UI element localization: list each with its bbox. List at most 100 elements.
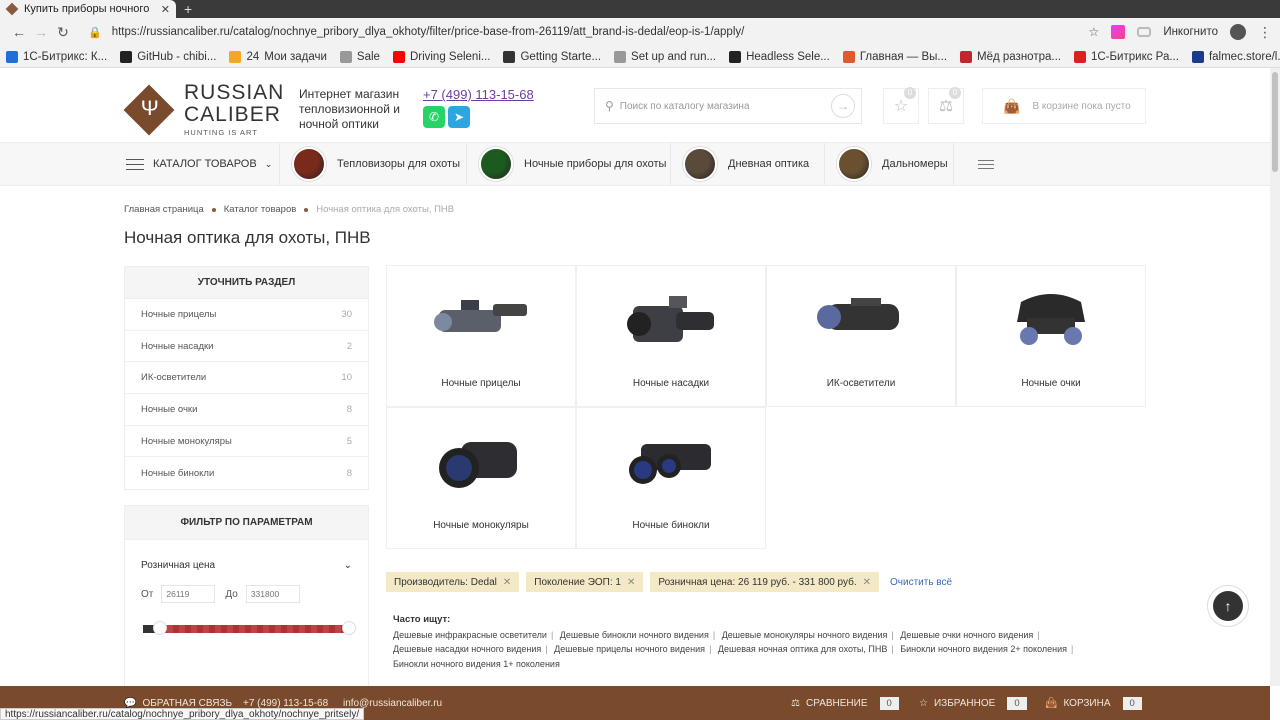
header-phone-link[interactable]: +7 (499) 113-15-68 — [423, 87, 534, 102]
clear-all-filters-link[interactable]: Очистить всё — [890, 577, 952, 588]
bookmark-item[interactable]: Мёд разнотра... — [960, 50, 1061, 63]
category-tile[interactable]: Ночные очки — [956, 265, 1146, 407]
cart-status-text: В корзине пока пусто — [1032, 100, 1131, 112]
popular-search-link[interactable]: Бинокли ночного видения 1+ поколения — [393, 659, 560, 669]
site-header: RUSSIAN CALIBER HUNTING IS ART Интернет … — [0, 68, 1270, 142]
bookmark-item[interactable]: Getting Starte... — [503, 50, 601, 63]
extension-icon[interactable] — [1111, 25, 1126, 39]
price-min-handle[interactable] — [153, 621, 167, 635]
nav-item-night[interactable]: Ночные приборы для охоты — [466, 143, 668, 185]
search-input[interactable] — [619, 100, 831, 112]
whatsapp-icon[interactable]: ✆ — [423, 106, 445, 128]
bookmark-item[interactable]: Sale — [339, 50, 380, 63]
page-scrollbar[interactable] — [1270, 68, 1280, 686]
browser-menu-icon[interactable]: ⋮ — [1258, 24, 1272, 41]
category-tile[interactable]: ИК-осветители — [766, 265, 956, 407]
bookmark-item[interactable]: 24 Мои задачи — [229, 50, 327, 63]
footer-compare[interactable]: ⚖ Сравнение 0 — [791, 696, 899, 710]
remove-filter-icon[interactable]: ✕ — [863, 577, 871, 588]
popular-search-link[interactable]: Бинокли ночного видения 2+ поколения — [900, 644, 1067, 654]
nav-more-button[interactable] — [953, 143, 1017, 185]
footer-email[interactable]: info@russiancaliber.ru — [343, 698, 442, 709]
search-submit-icon[interactable]: → — [831, 94, 855, 118]
filter-chip[interactable]: Розничная цена: 26 119 руб. - 331 800 ру… — [650, 572, 879, 592]
forward-icon[interactable]: → — [30, 24, 52, 40]
price-max-handle[interactable] — [342, 621, 356, 635]
back-icon[interactable]: ← — [8, 24, 30, 40]
bookmark-item[interactable]: GitHub - chibi... — [120, 50, 216, 63]
category-label: Ночные бинокли — [632, 520, 710, 531]
section-refine-panel: Уточнить раздел Ночные прицелы 30 Ночные н… — [124, 266, 369, 491]
popular-search-link[interactable]: Дешевые прицелы ночного видения — [554, 644, 705, 654]
header-cart[interactable]: 👜 В корзине пока пусто — [982, 88, 1146, 124]
popular-search-link[interactable]: Дешевые монокуляры ночного видения — [722, 630, 888, 640]
scroll-to-top-button[interactable]: ↑ — [1207, 585, 1249, 627]
bookmark-item[interactable]: Headless Sele... — [729, 50, 830, 63]
scales-icon: ⚖ — [938, 98, 954, 115]
lock-icon[interactable]: 🔒 — [88, 26, 102, 39]
footer-phone-text: +7 (499) 113-15-68 — [243, 697, 329, 709]
nav-item-rangefinders[interactable]: Дальномеры — [824, 143, 952, 185]
bookmark-item[interactable]: Driving Seleni... — [392, 50, 490, 63]
popular-searches: Часто ищут: Дешевые инфракрасные осветит… — [393, 613, 1133, 671]
breadcrumb-home[interactable]: Главная страница — [124, 204, 204, 215]
remove-filter-icon[interactable]: ✕ — [627, 577, 635, 588]
filter-chip[interactable]: Поколение ЭОП: 1 ✕ — [526, 572, 644, 592]
filter-panel: Фильтр по параметрам Розничная цена ⌄ От… — [124, 505, 369, 686]
tab-close-icon[interactable]: ✕ — [161, 3, 170, 16]
popular-search-link[interactable]: Дешевые очки ночного видения — [900, 630, 1033, 640]
footer-favorites[interactable]: ☆ Избранное 0 — [919, 696, 1027, 710]
chat-icon: 💬 — [124, 697, 137, 709]
filter-chip[interactable]: Производитель: Dedal ✕ — [386, 572, 520, 592]
catalog-menu-button[interactable]: Каталог товаров ⌄ — [126, 143, 272, 185]
popular-search-link[interactable]: Дешевые насадки ночного видения — [393, 644, 541, 654]
telegram-icon[interactable]: ➤ — [448, 106, 470, 128]
feedback-button[interactable]: 💬 Обратная связь — [124, 698, 232, 709]
compare-badge: 0 — [949, 87, 961, 99]
category-tile[interactable]: Ночные бинокли — [576, 407, 766, 549]
bookmark-favicon-icon — [503, 50, 516, 63]
footer-phone[interactable]: +7 (499) 113-15-68 — [243, 698, 328, 709]
browser-tab[interactable]: Купить приборы ночного ✕ — [0, 0, 176, 18]
sidebar-item[interactable]: ИК-осветители 10 — [125, 362, 368, 395]
nav-item-day-optics[interactable]: Дневная оптика — [670, 143, 816, 185]
sidebar-item[interactable]: Ночные насадки 2 — [125, 331, 368, 363]
bookmark-star-icon[interactable]: ☆ — [1089, 25, 1100, 39]
site-logo[interactable]: RUSSIAN CALIBER HUNTING IS ART — [123, 82, 284, 137]
sidebar-item[interactable]: Ночные прицелы 30 — [125, 299, 368, 331]
sidebar-item-count: 10 — [341, 372, 352, 384]
popular-search-link[interactable]: Дешевая ночная оптика для охоты, ПНВ — [718, 644, 887, 654]
reload-icon[interactable]: ↻ — [52, 24, 74, 41]
bookmark-item[interactable]: falmec.store/l... — [1191, 50, 1280, 63]
footer-cart[interactable]: 👜 Корзина 0 — [1045, 696, 1142, 710]
sidebar-item[interactable]: Ночные бинокли 8 — [125, 457, 368, 489]
category-tile[interactable]: Ночные прицелы — [386, 265, 576, 407]
address-bar[interactable]: 🔒 https://russiancaliber.ru/catalog/noch… — [88, 21, 1079, 43]
sidebar-item[interactable]: Ночные монокуляры 5 — [125, 426, 368, 458]
bookmark-item[interactable]: Set up and run... — [614, 50, 716, 63]
compare-button[interactable]: ⚖ 0 — [928, 87, 964, 124]
bookmark-item[interactable]: Главная — Вы... — [842, 50, 947, 63]
price-from-input[interactable] — [161, 585, 216, 603]
night-goggles-image — [1017, 294, 1085, 345]
price-filter-toggle[interactable]: Розничная цена ⌄ — [125, 560, 368, 571]
category-tile[interactable]: Ночные монокуляры — [386, 407, 576, 549]
scrollbar-thumb[interactable] — [1272, 72, 1278, 172]
cast-icon[interactable] — [1137, 27, 1152, 37]
bookmark-item[interactable]: 1С-Битрикс: К... — [6, 50, 107, 63]
incognito-icon[interactable] — [1230, 24, 1246, 40]
category-tile[interactable]: Ночные насадки — [576, 265, 766, 407]
nav-item-thermal[interactable]: Тепловизоры для охоты — [279, 143, 462, 185]
new-tab-icon[interactable]: + — [184, 0, 192, 18]
bookmark-label: 1С-Битрикс Ра... — [1090, 50, 1179, 63]
favorites-button[interactable]: ☆ 0 — [883, 87, 919, 124]
remove-filter-icon[interactable]: ✕ — [503, 577, 511, 588]
sidebar-item-label: Ночные прицелы — [141, 308, 217, 320]
popular-search-link[interactable]: Дешевые бинокли ночного видения — [560, 630, 709, 640]
popular-search-link[interactable]: Дешевые инфракрасные осветители — [393, 630, 547, 640]
price-to-input[interactable] — [245, 585, 300, 603]
bookmark-item[interactable]: 1С-Битрикс Ра... — [1073, 50, 1179, 63]
sidebar-item[interactable]: Ночные очки 8 — [125, 394, 368, 426]
breadcrumb-catalog[interactable]: Каталог товаров — [224, 204, 297, 215]
price-range-slider[interactable] — [143, 621, 356, 635]
